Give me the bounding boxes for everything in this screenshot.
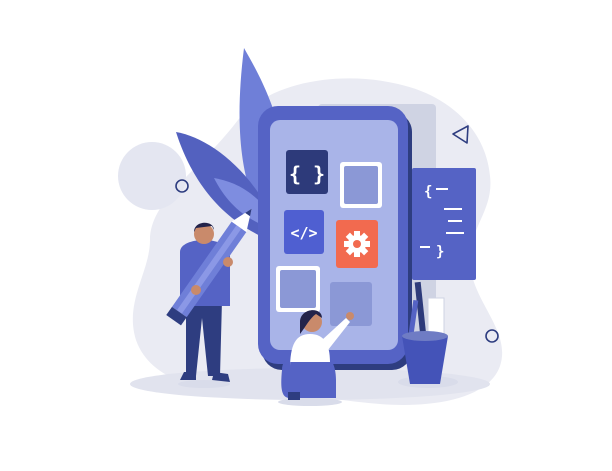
developer-illustration: { } </> {} [118, 48, 503, 406]
app-tile-settings [336, 220, 378, 268]
background-circle [118, 142, 186, 210]
app-tile-code: </> [284, 210, 324, 254]
app-tile-blank [276, 266, 320, 312]
doc-open-brace: { [424, 184, 432, 200]
gear-icon [344, 231, 370, 257]
code-line [444, 208, 462, 210]
app-tile-braces: { } [286, 150, 328, 194]
code-line [436, 188, 448, 190]
code-document-card: { } [412, 168, 476, 280]
app-tile-blank [340, 162, 382, 208]
code-line [446, 232, 464, 234]
doc-close-brace: } [436, 244, 444, 260]
braces-icon: { } [289, 162, 325, 186]
code-line [420, 246, 430, 248]
code-tag-icon: </> [290, 224, 317, 242]
code-line [448, 220, 462, 222]
